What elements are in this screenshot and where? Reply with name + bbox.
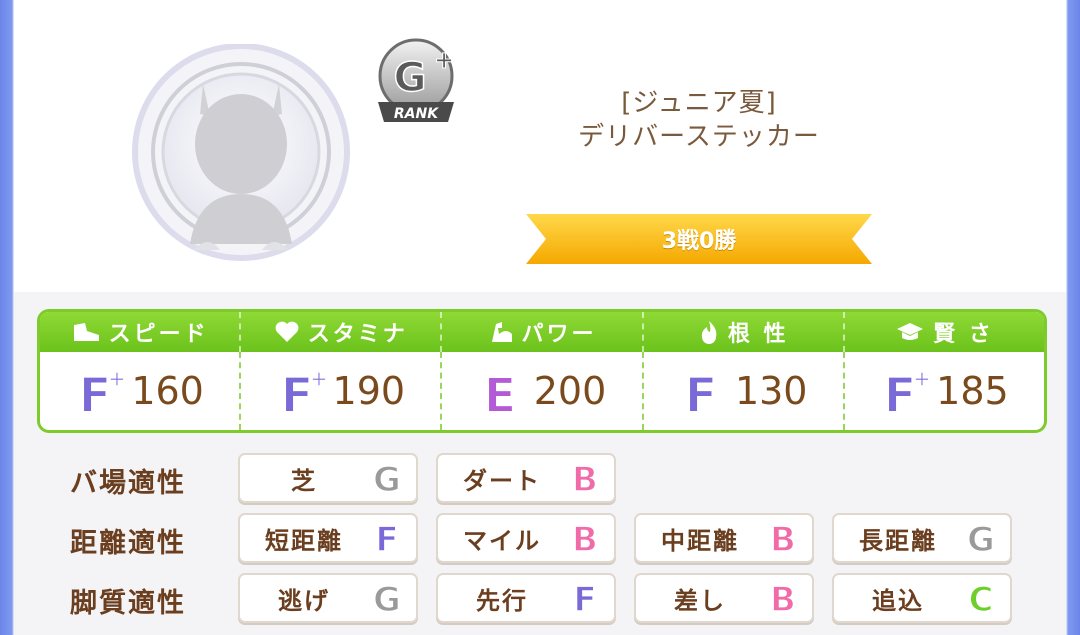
aptitude-row-ground: バ場適性 芝 G ダート B bbox=[14, 453, 1066, 503]
stat-value: 190 bbox=[332, 369, 406, 413]
stats-values: F + 160 F + 190 E 200 F 130 F + 185 bbox=[40, 352, 1044, 430]
grade-b-icon: B bbox=[571, 460, 598, 496]
stat-header-stamina: スタミナ bbox=[241, 312, 443, 352]
stat-header-guts: 根 性 bbox=[644, 312, 845, 352]
grade-g-icon: G bbox=[372, 580, 401, 616]
heart-icon bbox=[275, 321, 299, 342]
svg-text:B: B bbox=[770, 580, 796, 616]
aptitude-label: バ場適性 bbox=[70, 468, 186, 499]
svg-text:+: + bbox=[309, 367, 327, 392]
rank-letter: G bbox=[394, 55, 427, 101]
stat-power: E 200 bbox=[442, 352, 644, 430]
svg-text:F: F bbox=[375, 520, 398, 556]
svg-text:G: G bbox=[967, 520, 995, 556]
graduation-cap-icon bbox=[897, 323, 924, 340]
character-avatar[interactable] bbox=[128, 44, 354, 264]
aptitude-chip-dirt[interactable]: ダート B bbox=[436, 453, 616, 503]
stat-stamina: F + 190 bbox=[241, 352, 443, 430]
stat-value: 185 bbox=[936, 369, 1009, 413]
grade-f-icon: F bbox=[573, 580, 598, 616]
rank-badge: G + RANK bbox=[378, 38, 455, 122]
svg-text:E: E bbox=[483, 368, 516, 418]
grade-badge: F + bbox=[78, 366, 127, 418]
svg-text:G: G bbox=[373, 580, 401, 616]
svg-text:+: + bbox=[108, 367, 126, 392]
grade-b-icon: B bbox=[769, 520, 796, 556]
stat-header-wisdom: 賢 さ bbox=[845, 312, 1044, 352]
aptitude-chip-sprint[interactable]: 短距離 F bbox=[238, 513, 418, 563]
svg-text:B: B bbox=[572, 520, 598, 556]
aptitude-chip-turf[interactable]: 芝 G bbox=[238, 453, 418, 503]
svg-text:F: F bbox=[280, 368, 313, 418]
grade-g-icon: G bbox=[372, 460, 401, 496]
stat-value: 130 bbox=[734, 369, 808, 413]
aptitude-chip-long[interactable]: 長距離 G bbox=[832, 513, 1012, 563]
svg-text:F: F bbox=[79, 368, 112, 418]
stat-guts: F 130 bbox=[644, 352, 845, 430]
grade-f-icon: F bbox=[375, 520, 400, 556]
svg-text:+: + bbox=[913, 367, 931, 392]
stat-header-speed: スピード bbox=[40, 312, 242, 352]
aptitude-row-distance: 距離適性 短距離 F マイル B 中距離 B 長距離 G bbox=[14, 513, 1066, 563]
svg-text:F: F bbox=[573, 580, 596, 616]
grade-c-icon: C bbox=[968, 580, 994, 616]
grade-badge: F bbox=[684, 367, 719, 418]
rank-plus: + bbox=[434, 46, 454, 74]
aptitude-chip-chaser[interactable]: 追込 C bbox=[832, 573, 1012, 623]
aptitude-label: 脚質適性 bbox=[70, 588, 186, 619]
race-record: 3戦0勝 bbox=[661, 229, 737, 254]
grade-badge: E bbox=[482, 367, 517, 418]
character-name: デリバーステッカー bbox=[578, 122, 820, 152]
stat-value: 160 bbox=[131, 369, 204, 413]
stat-value: 200 bbox=[533, 369, 607, 413]
rank-caption: RANK bbox=[394, 106, 439, 122]
trainee-info-panel: G + RANK [ジュニア夏] デリバーステッカー 3戦0勝 スピード スタミ… bbox=[14, 0, 1066, 635]
svg-text:G: G bbox=[373, 460, 401, 496]
character-title: [ジュニア夏] bbox=[621, 88, 777, 118]
grade-g-icon: G bbox=[966, 520, 995, 556]
aptitude-chip-leader[interactable]: 先行 F bbox=[436, 573, 616, 623]
aptitude-label: 距離適性 bbox=[70, 528, 186, 559]
aptitude-chip-medium[interactable]: 中距離 B bbox=[634, 513, 814, 563]
aptitude-chip-runner[interactable]: 逃げ G bbox=[238, 573, 418, 623]
aptitude-chip-mile[interactable]: マイル B bbox=[436, 513, 616, 563]
aptitude-row-style: 脚質適性 逃げ G 先行 F 差し B 追込 C bbox=[14, 573, 1066, 623]
aptitude-chip-betweener[interactable]: 差し B bbox=[634, 573, 814, 623]
grade-badge: F + bbox=[279, 366, 328, 418]
character-name-block: [ジュニア夏] デリバーステッカー bbox=[554, 86, 844, 154]
stat-header-power: パワー bbox=[442, 312, 644, 352]
svg-text:C: C bbox=[969, 580, 994, 616]
svg-text:F: F bbox=[884, 368, 917, 418]
muscle-icon bbox=[491, 322, 512, 342]
stats-table: スピード スタミナ パワー 根 性 賢 さ F + 160 F + 190 E … bbox=[37, 309, 1047, 433]
svg-text:F: F bbox=[685, 368, 718, 418]
stat-wisdom: F + 185 bbox=[845, 352, 1044, 430]
shoe-icon bbox=[73, 323, 99, 341]
grade-b-icon: B bbox=[769, 580, 796, 616]
stats-header: スピード スタミナ パワー 根 性 賢 さ bbox=[40, 312, 1044, 352]
grade-badge: F + bbox=[883, 366, 932, 418]
svg-text:B: B bbox=[770, 520, 796, 556]
flame-icon bbox=[701, 321, 717, 344]
svg-text:B: B bbox=[572, 460, 598, 496]
grade-b-icon: B bbox=[571, 520, 598, 556]
stat-speed: F + 160 bbox=[40, 352, 242, 430]
